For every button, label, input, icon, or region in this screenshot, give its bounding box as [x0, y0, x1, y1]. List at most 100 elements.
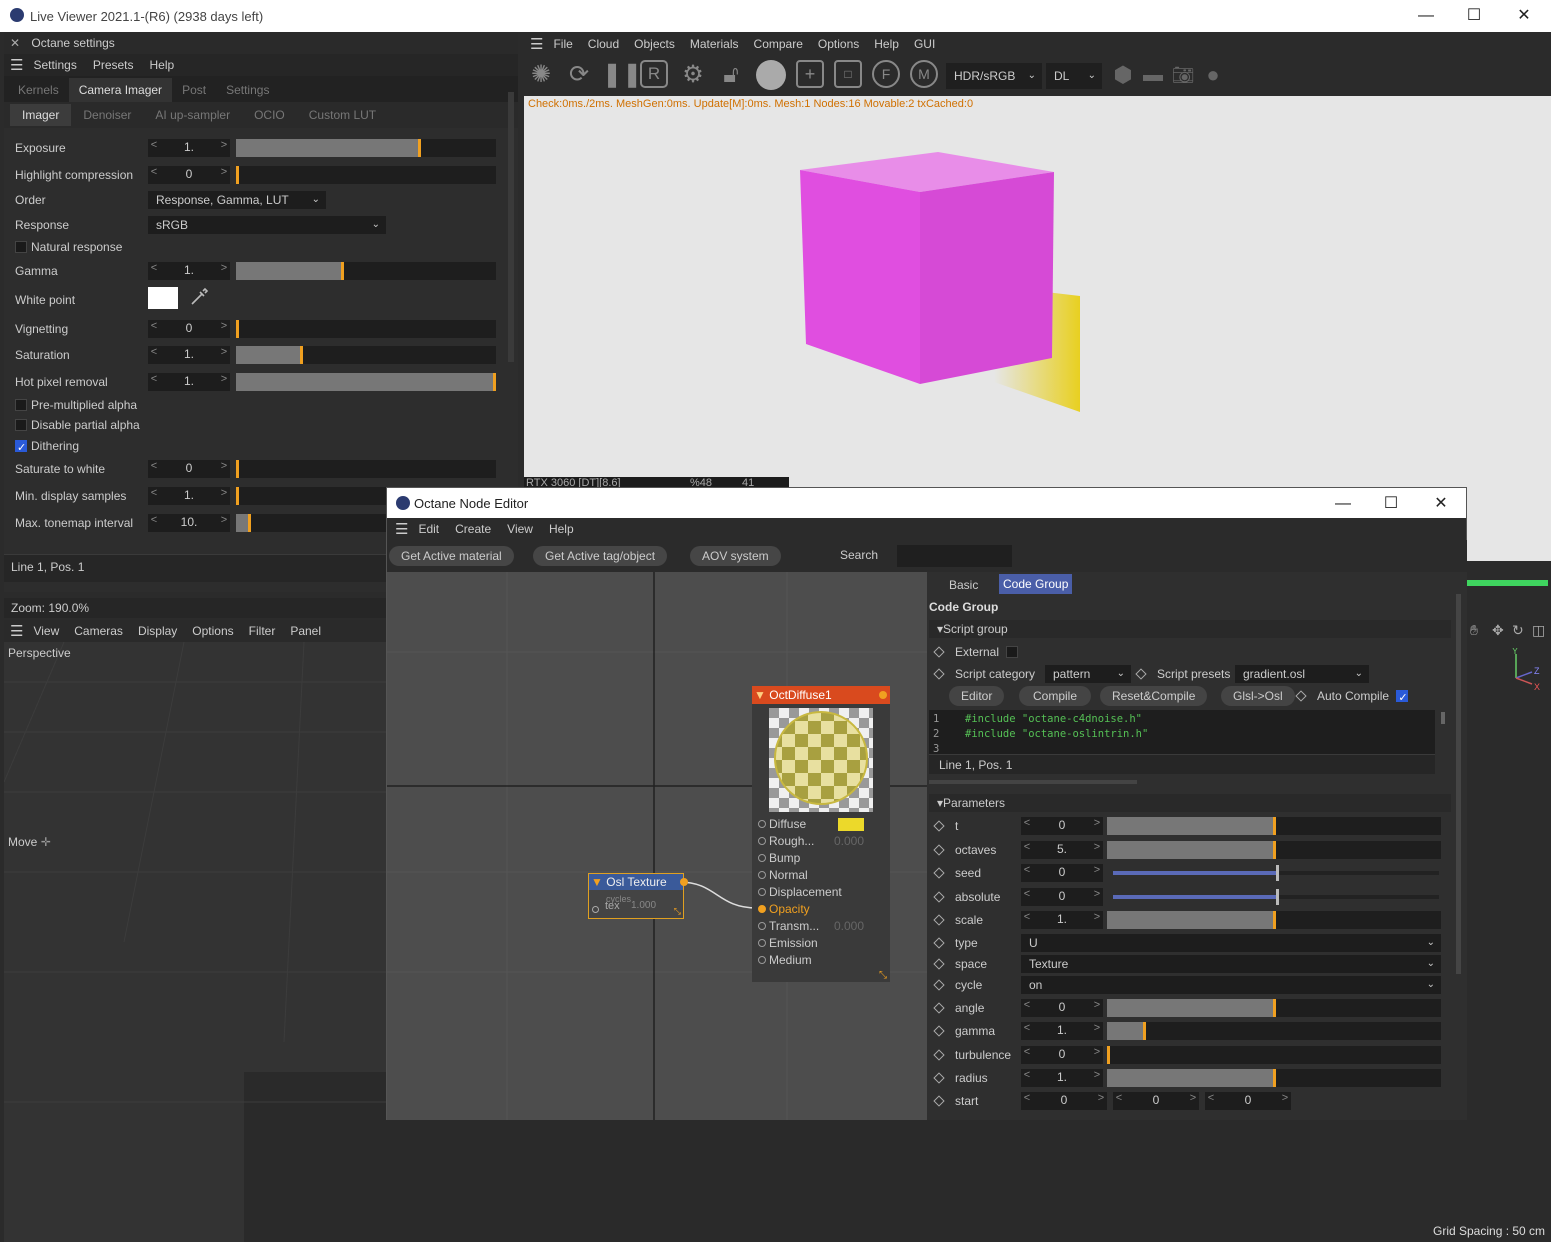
- param-seed-stepper[interactable]: <0 >: [1021, 864, 1103, 882]
- exposure-stepper[interactable]: <1. >: [148, 139, 230, 157]
- keyframe-diamond-icon[interactable]: [933, 914, 945, 926]
- tab-basic[interactable]: Basic: [941, 576, 986, 594]
- keyframe-diamond-icon[interactable]: [933, 1025, 945, 1037]
- menu-create[interactable]: Create: [455, 522, 491, 536]
- aov-system-button[interactable]: AOV system: [690, 546, 781, 566]
- menu-display[interactable]: Display: [138, 624, 177, 638]
- param-gamma-slider[interactable]: [1107, 1022, 1441, 1040]
- order-dropdown[interactable]: Response, Gamma, LUT ⌄: [148, 191, 326, 209]
- saturation-slider[interactable]: [236, 346, 496, 364]
- pin-displacement[interactable]: Displacement: [752, 884, 890, 901]
- maximize-icon[interactable]: ☐: [1460, 6, 1488, 26]
- editor-button[interactable]: Editor: [949, 686, 1005, 706]
- hot-pixel-stepper[interactable]: <1. >: [148, 373, 230, 391]
- pin-bump[interactable]: Bump: [752, 850, 890, 867]
- param-octaves-stepper[interactable]: <5. >: [1021, 841, 1103, 859]
- dithering-row[interactable]: Dithering: [15, 436, 79, 458]
- auto-compile-checkbox[interactable]: [1396, 688, 1409, 708]
- pin-opacity[interactable]: Opacity: [752, 901, 890, 918]
- param-type-dropdown[interactable]: U ⌄: [1021, 934, 1441, 952]
- subtab-denoiser[interactable]: Denoiser: [71, 104, 143, 126]
- resize-icon[interactable]: ⤡: [879, 970, 887, 981]
- param-t-slider[interactable]: [1107, 817, 1441, 835]
- orbit-icon[interactable]: ↻: [1512, 622, 1524, 639]
- move-axis-icon[interactable]: ✥: [1492, 622, 1504, 639]
- get-active-material-button[interactable]: Get Active material: [389, 546, 514, 566]
- script-group-header[interactable]: ▾Script group: [929, 620, 1451, 638]
- tab-post[interactable]: Post: [172, 78, 216, 102]
- keyframe-diamond-icon[interactable]: [933, 891, 945, 903]
- keyframe-diamond-icon[interactable]: [1135, 668, 1147, 680]
- dithering-checkbox[interactable]: [15, 438, 27, 458]
- camera-icon[interactable]: 📷︎: [1168, 60, 1198, 90]
- pin-roughness[interactable]: Rough... 0.000: [752, 833, 890, 850]
- saturate-white-slider[interactable]: [236, 460, 496, 478]
- collapse-triangle-icon[interactable]: ▼: [591, 875, 603, 889]
- move-tool[interactable]: Move ✛: [8, 835, 51, 849]
- param-absolute-slider[interactable]: [1113, 889, 1439, 905]
- subtab-imager[interactable]: Imager: [10, 104, 72, 126]
- reset-compile-button[interactable]: Reset&Compile: [1100, 686, 1208, 706]
- param-turbulence-stepper[interactable]: <0 >: [1021, 1046, 1103, 1064]
- compile-button[interactable]: Compile: [1019, 686, 1092, 706]
- keyframe-diamond-icon[interactable]: [933, 937, 945, 949]
- script-category-dropdown[interactable]: pattern ⌄: [1045, 665, 1131, 683]
- premultiplied-alpha-row[interactable]: Pre-multiplied alpha: [15, 395, 137, 415]
- menu-gui[interactable]: GUI: [914, 37, 935, 51]
- kernel-dropdown[interactable]: DL ⌄: [1046, 63, 1102, 89]
- output-socket[interactable]: [879, 691, 887, 699]
- keyframe-diamond-icon[interactable]: [933, 646, 945, 658]
- props-scrollbar[interactable]: [1456, 594, 1461, 974]
- subtab-custom-lut[interactable]: Custom LUT: [297, 104, 388, 126]
- code-hscrollbar[interactable]: [929, 780, 1137, 784]
- gamma-slider[interactable]: [236, 262, 496, 280]
- highlight-compression-slider[interactable]: [236, 166, 496, 184]
- disable-partial-alpha-checkbox[interactable]: [15, 419, 27, 431]
- node-graph[interactable]: ▼ Osl Texture tex cycles 1.000 ⤡ ▼ OctDi…: [387, 572, 927, 1120]
- search-input[interactable]: [897, 545, 1012, 567]
- menu-options[interactable]: Options: [818, 37, 859, 51]
- gamma-stepper[interactable]: <1. >: [148, 262, 230, 280]
- resize-icon[interactable]: ⤡: [674, 906, 681, 917]
- natural-response-row[interactable]: Natural response: [15, 237, 122, 257]
- saturate-white-stepper[interactable]: <0 >: [148, 460, 230, 478]
- collapse-triangle-icon[interactable]: ▼: [754, 688, 766, 702]
- param-absolute-stepper[interactable]: <0 >: [1021, 888, 1103, 906]
- keyframe-diamond-icon[interactable]: [933, 867, 945, 879]
- max-tonemap-slider[interactable]: [236, 514, 386, 532]
- maximize-icon[interactable]: ☐: [1377, 494, 1405, 514]
- tab-kernels[interactable]: Kernels: [8, 78, 69, 102]
- focus-icon[interactable]: F: [872, 60, 900, 88]
- menu-file[interactable]: File: [553, 37, 572, 51]
- parameters-header[interactable]: ▾Parameters: [929, 794, 1451, 812]
- film-icon[interactable]: ▬: [1138, 60, 1168, 90]
- param-cycle-dropdown[interactable]: on ⌄: [1021, 976, 1441, 994]
- response-dropdown[interactable]: sRGB ⌄: [148, 216, 386, 234]
- keyframe-diamond-icon[interactable]: [933, 1095, 945, 1107]
- subtab-ai-upsampler[interactable]: AI up-sampler: [143, 104, 242, 126]
- menu-compare[interactable]: Compare: [754, 37, 803, 51]
- tex-input-socket[interactable]: [592, 906, 599, 913]
- param-scale-stepper[interactable]: <1. >: [1021, 911, 1103, 929]
- param-radius-stepper[interactable]: <1. >: [1021, 1069, 1103, 1087]
- menu-edit[interactable]: Edit: [418, 522, 439, 536]
- pin-medium[interactable]: Medium: [752, 952, 890, 969]
- menu-presets[interactable]: Presets: [93, 58, 134, 72]
- menu-materials[interactable]: Materials: [690, 37, 739, 51]
- maximize-view-icon[interactable]: ◫: [1532, 622, 1545, 639]
- circle-icon[interactable]: ●: [1198, 60, 1228, 90]
- menu-help[interactable]: Help: [549, 522, 574, 536]
- pause-icon[interactable]: ❚❚: [602, 60, 642, 90]
- hamburger-icon[interactable]: ☰: [395, 520, 408, 538]
- keyframe-diamond-icon[interactable]: [933, 958, 945, 970]
- material-ball-icon[interactable]: [756, 60, 786, 90]
- pin-emission[interactable]: Emission: [752, 935, 890, 952]
- osl-node-header[interactable]: ▼ Osl Texture: [589, 874, 683, 890]
- pin-transmission[interactable]: Transm... 0.000: [752, 918, 890, 935]
- keyframe-diamond-icon[interactable]: [933, 844, 945, 856]
- close-panel-icon[interactable]: ✕: [10, 36, 20, 50]
- material-pick-icon[interactable]: M: [910, 60, 938, 88]
- start-z-stepper[interactable]: <0 >: [1205, 1092, 1291, 1110]
- param-scale-slider[interactable]: [1107, 911, 1441, 929]
- keyframe-diamond-icon[interactable]: [933, 820, 945, 832]
